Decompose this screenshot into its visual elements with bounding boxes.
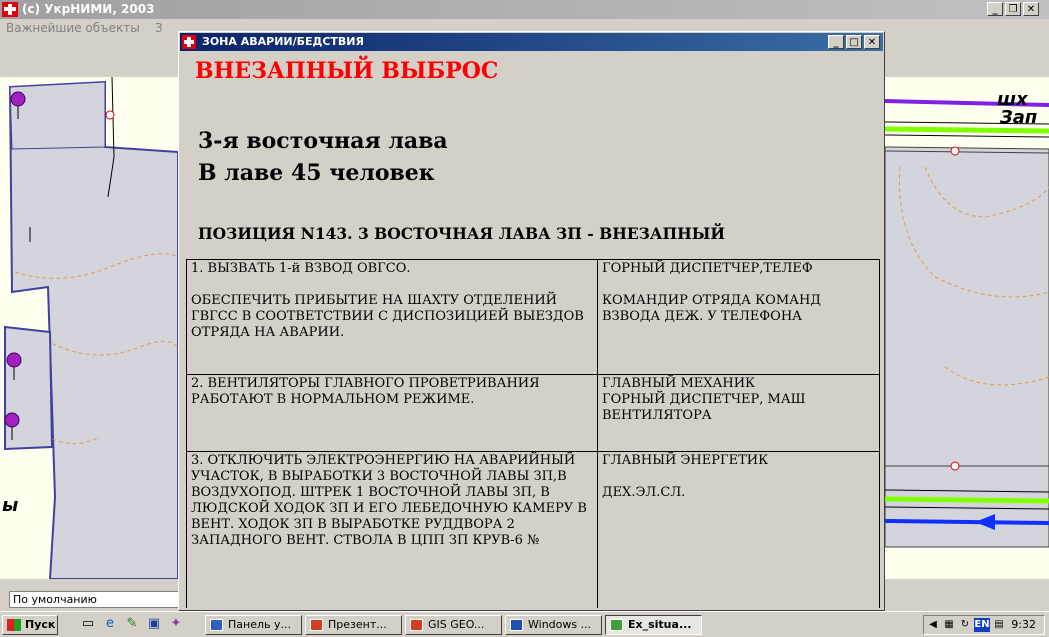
network-icon[interactable]: ▦ [942,618,956,632]
action-plan-table: 1. ВЫЗВАТЬ 1-й ВЗВОД ОВГСО. ОБЕСПЕЧИТЬ П… [186,259,880,608]
gis-icon [410,619,423,631]
action-cell: 3. ОТКЛЮЧИТЬ ЭЛЕКТРОЭНЕРГИЮ НА АВАРИЙНЫЙ… [186,451,598,608]
main-window-controls: _ ❐ ✕ [987,2,1039,16]
task-windows[interactable]: Windows ... [505,615,602,635]
mine-map-right [885,99,1049,548]
people-count: В лаве 45 человек [198,160,435,186]
task-label: Windows ... [528,618,592,631]
table-row: 2. ВЕНТИЛЯТОРЫ ГЛАВНОГО ПРОВЕТРИВАНИЯ РА… [186,374,880,452]
dialog-titlebar[interactable]: ЗОНА АВАРИИ/БЕДСТВИЯ _ □ ✕ [180,33,883,51]
accident-zone-dialog: ЗОНА АВАРИИ/БЕДСТВИЯ _ □ ✕ ВНЕЗАПНЫЙ ВЫБ… [178,31,885,611]
task-control-panel[interactable]: Панель у... [205,615,302,635]
windows-flag-icon [7,619,21,631]
close-button[interactable]: ✕ [1023,2,1039,16]
map-view-right[interactable]: шх Зап [885,77,1049,579]
dialog-close-button[interactable]: ✕ [864,35,880,49]
task-label: Панель у... [228,618,291,631]
responsible-cell: ГЛАВНЫЙ ЭНЕРГЕТИК ДЕХ.ЭЛ.СЛ. [597,451,880,608]
main-window-titlebar: (c) УкрНИМИ, 2003 _ ❐ ✕ [0,0,1049,19]
quicklaunch-desktop-icon[interactable]: ▭ [80,616,96,632]
dialog-maximize-button[interactable]: □ [846,35,862,49]
table-row: 3. ОТКЛЮЧИТЬ ЭЛЕКТРОЭНЕРГИЮ НА АВАРИЙНЫЙ… [186,451,880,608]
plan-position: ПОЗИЦИЯ N143. 3 ВОСТОЧНАЯ ЛАВА ЗП - ВНЕЗ… [198,224,726,243]
task-label: Ex_situa... [628,618,692,631]
alarm-type: ВНЕЗАПНЫЙ ВЫБРОС [195,58,499,84]
responsible-cell: ГЛАВНЫЙ МЕХАНИК ГОРНЫЙ ДИСПЕТЧЕР, МАШ ВЕ… [597,374,880,452]
presentation-icon [310,619,323,631]
start-label: Пуск [25,618,56,631]
table-row: 1. ВЫЗВАТЬ 1-й ВЗВОД ОВГСО. ОБЕСПЕЧИТЬ П… [186,259,880,375]
map-view-left[interactable]: ы [0,77,178,579]
task-ex-situation[interactable]: Ex_situa... [605,615,702,635]
quicklaunch-app-icon[interactable]: ✦ [168,616,184,632]
quicklaunch-save-icon[interactable]: ▣ [146,616,162,632]
system-tray: ◀ ▦ ↻ EN ▤ 9:32 [923,615,1045,635]
windows-task-icon [510,619,523,631]
menu-important-objects[interactable]: Важнейшие объекты [6,21,140,35]
refresh-icon[interactable]: ↻ [958,618,972,632]
action-cell: 1. ВЫЗВАТЬ 1-й ВЗВОД ОВГСО. ОБЕСПЕЧИТЬ П… [186,259,598,375]
dialog-minimize-button[interactable]: _ [828,35,844,49]
keyboard-icon[interactable]: ▤ [992,618,1006,632]
restore-button[interactable]: ❐ [1005,2,1021,16]
taskbar: Пуск ▭ e ✎ ▣ ✦ Панель у... Презент... GI… [0,611,1049,637]
map-label-left: ы [2,495,19,516]
volume-icon[interactable]: ◀ [926,618,940,632]
minimize-button[interactable]: _ [987,2,1003,16]
menu-item-2[interactable]: З [155,21,163,35]
dialog-title: ЗОНА АВАРИИ/БЕДСТВИЯ [202,35,364,48]
dialog-controls: _ □ ✕ [828,35,880,49]
map-label-west: Зап [1000,107,1038,128]
control-panel-icon [210,619,223,631]
task-label: GIS GEO... [428,618,485,631]
task-presentation[interactable]: Презент... [305,615,402,635]
clock: 9:32 [1011,618,1036,631]
style-combobox[interactable]: По умолчанию [9,591,179,608]
task-gis-geo[interactable]: GIS GEO... [405,615,502,635]
responsible-cell: ГОРНЫЙ ДИСПЕТЧЕР,ТЕЛЕФ КОМАНДИР ОТРЯДА К… [597,259,880,375]
main-window-title: (c) УкрНИМИ, 2003 [22,2,155,16]
dialog-content: ВНЕЗАПНЫЙ ВЫБРОС 3-я восточная лава В ла… [182,52,880,608]
accident-location: 3-я восточная лава [198,128,448,154]
quicklaunch-browser-icon[interactable]: e [102,616,118,632]
start-button[interactable]: Пуск [2,615,58,635]
mine-map-left [4,77,178,579]
app-cross-icon [2,2,18,17]
dialog-cross-icon [182,35,196,49]
ex-situation-icon [610,619,623,631]
action-cell: 2. ВЕНТИЛЯТОРЫ ГЛАВНОГО ПРОВЕТРИВАНИЯ РА… [186,374,598,452]
quicklaunch-edit-icon[interactable]: ✎ [124,616,140,632]
language-indicator[interactable]: EN [974,618,990,632]
task-label: Презент... [328,618,387,631]
